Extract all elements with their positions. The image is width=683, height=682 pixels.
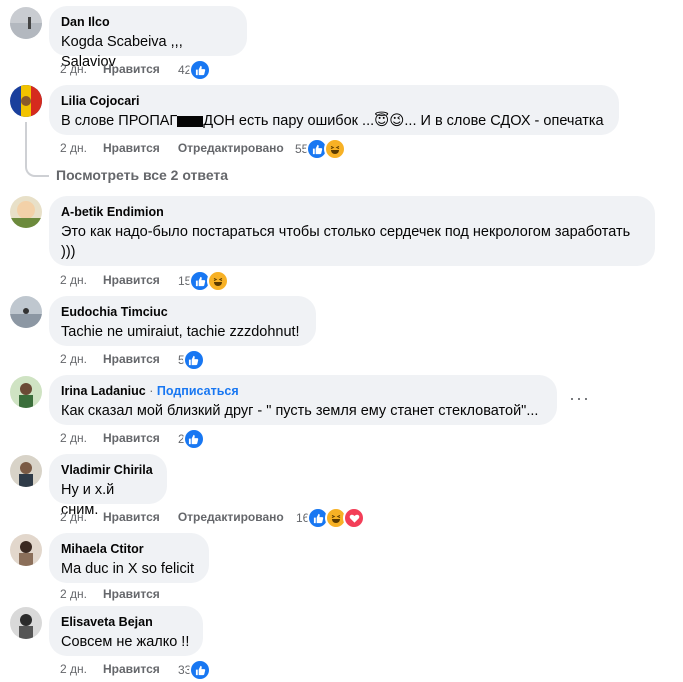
timestamp[interactable]: 2 дн. bbox=[60, 272, 87, 288]
comment-actions: 2 дн. Нравится Отредактировано bbox=[60, 140, 284, 156]
winking-emoji: 😉 bbox=[389, 113, 405, 129]
comment-bubble: Eudochia Timciuc Tachie ne umiraiut, tac… bbox=[49, 296, 316, 346]
like-button[interactable]: Нравится bbox=[103, 351, 160, 367]
like-icon bbox=[182, 349, 205, 371]
author-name[interactable]: A-betik Endimion bbox=[61, 204, 643, 220]
timestamp[interactable]: 2 дн. bbox=[60, 661, 87, 677]
avatar[interactable] bbox=[10, 296, 42, 328]
view-replies-link[interactable]: Посмотреть все 2 ответа bbox=[56, 167, 228, 183]
like-button[interactable]: Нравится bbox=[103, 509, 160, 525]
like-button[interactable]: Нравится bbox=[103, 140, 160, 156]
comment-actions: 2 дн. Нравится bbox=[60, 351, 160, 367]
edited-label[interactable]: Отредактировано bbox=[178, 140, 284, 156]
author-name[interactable]: Irina Ladaniuc bbox=[61, 384, 146, 398]
comment-bubble: A-betik Endimion Это как надо-было поста… bbox=[49, 196, 655, 266]
comment-text-part: В слове ПРОПАГ bbox=[61, 113, 178, 129]
haha-icon bbox=[324, 138, 347, 160]
reaction-summary[interactable]: 55 bbox=[295, 138, 347, 160]
timestamp[interactable]: 2 дн. bbox=[60, 430, 87, 446]
reaction-summary[interactable]: 16 bbox=[296, 507, 366, 529]
reaction-summary[interactable]: 42 bbox=[178, 59, 212, 81]
reaction-summary[interactable]: 2 bbox=[178, 428, 205, 450]
comment-text-part: ... И в слове СДОХ - опечатка bbox=[404, 113, 604, 129]
comment-actions: 2 дн. Нравится bbox=[60, 272, 160, 288]
like-icon bbox=[189, 659, 212, 681]
comment-actions: 2 дн. Нравится bbox=[60, 430, 160, 446]
reaction-summary[interactable]: 5 bbox=[178, 349, 205, 371]
like-icon bbox=[182, 428, 205, 450]
comment-bubble: Irina Ladaniuc · Подписаться Как сказал … bbox=[49, 375, 557, 425]
haha-icon bbox=[207, 270, 230, 292]
comment-actions: 2 дн. Нравится Отредактировано bbox=[60, 509, 284, 525]
more-options-icon[interactable]: ··· bbox=[569, 388, 590, 409]
comment-actions: 2 дн. Нравится bbox=[60, 586, 160, 602]
comment-bubble: Vladimir Chirila Ну и х.й сним. bbox=[49, 454, 167, 518]
comment-text: Tachie ne umiraiut, tachie zzzdohnut! bbox=[61, 324, 300, 340]
follow-button[interactable]: Подписаться bbox=[157, 384, 239, 398]
like-button[interactable]: Нравится bbox=[103, 430, 160, 446]
smiling-halo-emoji: 😇 bbox=[374, 113, 390, 129]
comment-bubble: Dan Ilco Kogda Scabeiva ,,, Salaviov bbox=[49, 6, 247, 70]
avatar[interactable] bbox=[10, 607, 42, 639]
reaction-summary[interactable]: 33 bbox=[178, 659, 212, 681]
comment-text: Это как надо-было постараться чтобы стол… bbox=[61, 224, 631, 260]
like-icon bbox=[189, 59, 212, 81]
author-name[interactable]: Eudochia Timciuc bbox=[61, 304, 304, 320]
comment-text: Ma duc in X so felicit bbox=[61, 561, 194, 577]
separator-dot: · bbox=[149, 384, 154, 398]
author-name[interactable]: Mihaela Ctitor bbox=[61, 541, 197, 557]
timestamp[interactable]: 2 дн. bbox=[60, 140, 87, 156]
comment-text-part: ДОН есть пару ошибок ... bbox=[203, 113, 375, 129]
like-button[interactable]: Нравится bbox=[103, 661, 160, 677]
comment-text: Как сказал мой близкий друг - " пусть зе… bbox=[61, 403, 539, 419]
avatar[interactable] bbox=[10, 196, 42, 228]
redaction-mark bbox=[177, 115, 204, 127]
timestamp[interactable]: 2 дн. bbox=[60, 351, 87, 367]
comment-bubble: Lilia Cojocari В слове ПРОПАГ ДОН есть па… bbox=[49, 85, 619, 135]
comment-text: В слове ПРОПАГ ДОН есть пару ошибок ...😇😉… bbox=[61, 111, 607, 131]
timestamp[interactable]: 2 дн. bbox=[60, 61, 87, 77]
like-button[interactable]: Нравится bbox=[103, 586, 160, 602]
comment-bubble: Elisaveta Bejan Совсем не жалко !! bbox=[49, 606, 203, 656]
reaction-summary[interactable]: 15 bbox=[178, 270, 230, 292]
avatar[interactable] bbox=[10, 376, 42, 408]
comment-actions: 2 дн. Нравится bbox=[60, 61, 160, 77]
like-button[interactable]: Нравится bbox=[103, 272, 160, 288]
author-name-row: Irina Ladaniuc · Подписаться bbox=[61, 383, 545, 399]
like-button[interactable]: Нравится bbox=[103, 61, 160, 77]
timestamp[interactable]: 2 дн. bbox=[60, 509, 87, 525]
author-name[interactable]: Vladimir Chirila bbox=[61, 462, 155, 478]
author-name[interactable]: Dan Ilco bbox=[61, 14, 235, 30]
edited-label[interactable]: Отредактировано bbox=[178, 509, 284, 525]
comment-text: Совсем не жалко !! bbox=[61, 634, 190, 650]
love-icon bbox=[343, 507, 366, 529]
author-name[interactable]: Lilia Cojocari bbox=[61, 93, 607, 109]
timestamp[interactable]: 2 дн. bbox=[60, 586, 87, 602]
avatar[interactable] bbox=[10, 7, 42, 39]
avatar[interactable] bbox=[10, 455, 42, 487]
thread-connector bbox=[25, 160, 49, 177]
author-name[interactable]: Elisaveta Bejan bbox=[61, 614, 191, 630]
avatar[interactable] bbox=[10, 85, 42, 117]
comment-actions: 2 дн. Нравится bbox=[60, 661, 160, 677]
avatar[interactable] bbox=[10, 534, 42, 566]
comment-bubble: Mihaela Ctitor Ma duc in X so felicit bbox=[49, 533, 209, 583]
